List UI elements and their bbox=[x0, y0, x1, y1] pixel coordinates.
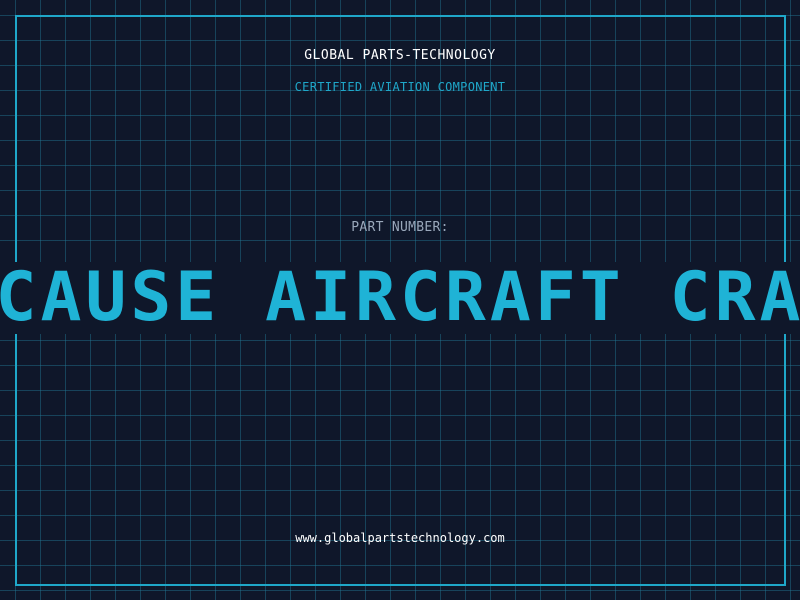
certificate-screen: GLOBAL PARTS-TECHNOLOGY CERTIFIED AVIATI… bbox=[0, 0, 800, 600]
part-number-value: MAY CAUSE AIRCRAFT CRASHES bbox=[0, 262, 800, 334]
part-number-label: PART NUMBER: bbox=[351, 220, 449, 235]
company-name: GLOBAL PARTS-TECHNOLOGY bbox=[304, 48, 496, 63]
part-number-banner: MAY CAUSE AIRCRAFT CRASHES bbox=[0, 262, 800, 334]
website-url: www.globalpartstechnology.com bbox=[295, 531, 505, 545]
certification-subtitle: CERTIFIED AVIATION COMPONENT bbox=[294, 80, 506, 94]
